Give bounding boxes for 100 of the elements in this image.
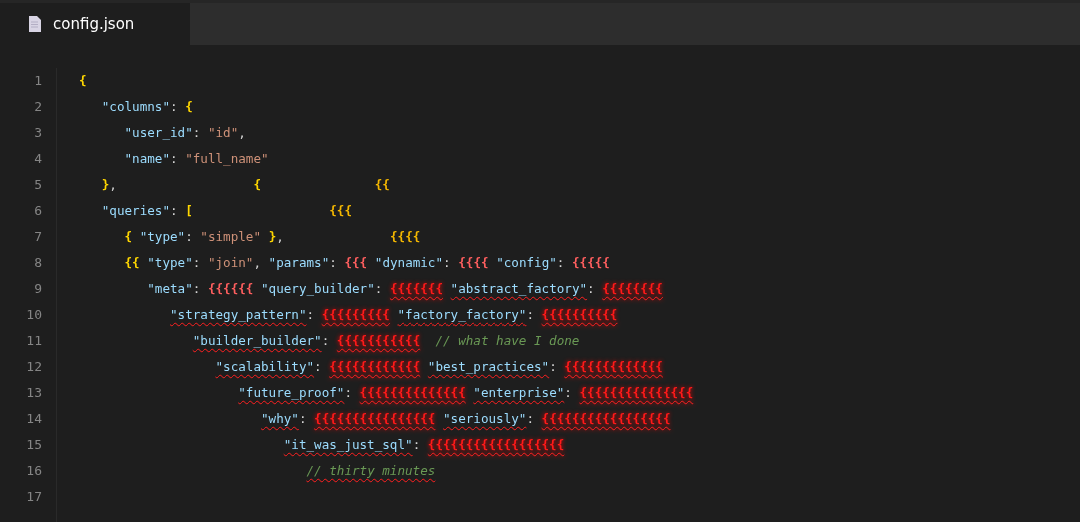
bracket: {{	[374, 177, 390, 192]
json-key: "it_was_just_sql"	[283, 437, 413, 452]
bracket: {{{{{{{{{{{{{	[564, 359, 663, 374]
punctuation: :	[587, 281, 596, 296]
bracket: {{{	[329, 203, 352, 218]
line-number: 14	[25, 410, 43, 428]
line-number: 4	[33, 150, 43, 168]
bracket: {{	[124, 255, 140, 270]
punctuation: ,	[253, 255, 263, 270]
file-tab[interactable]: config.json	[0, 3, 190, 45]
punctuation: :	[170, 99, 179, 114]
json-key: "meta"	[147, 281, 193, 296]
bracket: {{{{{{{{{{	[541, 307, 618, 322]
punctuation: :	[526, 307, 535, 322]
json-key: "config"	[496, 255, 557, 270]
punctuation: :	[564, 385, 573, 400]
json-key: "user_id"	[124, 125, 193, 140]
json-key: "dynamic"	[374, 255, 444, 270]
punctuation: :	[412, 437, 422, 452]
json-key: "columns"	[101, 99, 170, 114]
bracket: {{{	[344, 255, 368, 270]
bracket: {	[124, 229, 133, 244]
json-key: "scalability"	[215, 359, 315, 374]
punctuation: ,	[238, 125, 246, 140]
punctuation: :	[298, 411, 308, 426]
punctuation: :	[321, 333, 331, 348]
json-string: "id"	[207, 125, 239, 140]
json-key: "factory_factory"	[397, 307, 527, 322]
line-number: 5	[33, 176, 43, 194]
bracket: {{{{{{{{{{{{{{{{{{	[427, 437, 565, 452]
bracket: }	[268, 229, 277, 244]
line-number: 16	[25, 462, 43, 480]
bracket: {{{{{{{{{{{{{{	[359, 385, 466, 400]
line-number: 15	[25, 436, 43, 454]
bracket: {{{{{	[572, 255, 610, 270]
punctuation: :	[556, 255, 566, 270]
bracket: {{{{{{{{{{{{{{{	[579, 385, 694, 400]
bracket: {	[185, 99, 193, 114]
json-key: "why"	[261, 411, 299, 426]
json-key: "params"	[268, 255, 330, 270]
bracket: {{{{	[458, 255, 489, 270]
punctuation: :	[329, 255, 338, 270]
bracket: {{{{{{{{{{{{{{{{{	[541, 411, 671, 426]
punctuation: :	[192, 125, 202, 140]
line-number: 11	[25, 332, 43, 350]
json-key: "strategy_pattern"	[170, 307, 307, 322]
line-number: 17	[25, 488, 43, 506]
line-number: 6	[33, 202, 43, 220]
json-key: "seriously"	[443, 411, 527, 426]
line-number: 2	[33, 98, 43, 116]
line-number: 1	[33, 72, 43, 90]
code-comment: // what have I done	[435, 333, 580, 348]
json-key: "future_proof"	[238, 385, 345, 400]
punctuation: :	[549, 359, 558, 374]
json-key: "enterprise"	[473, 385, 565, 400]
bracket: {{{{	[389, 229, 421, 244]
file-icon	[28, 16, 41, 32]
line-number: 13	[25, 384, 43, 402]
punctuation: ,	[109, 177, 117, 192]
bracket: {	[79, 73, 87, 88]
bracket: [	[185, 203, 193, 218]
bracket: {{{{{{{{{	[321, 307, 390, 322]
punctuation: :	[170, 151, 179, 166]
line-number: 12	[25, 358, 43, 376]
code-comment: // thirty minutes	[306, 463, 436, 478]
punctuation: :	[443, 255, 452, 270]
line-number: 10	[25, 306, 43, 324]
json-string: "full_name"	[185, 151, 269, 166]
bracket: {{{{{{{{	[602, 281, 663, 296]
json-key: "abstract_factory"	[450, 281, 588, 296]
punctuation: :	[192, 255, 202, 270]
line-number: 8	[33, 254, 43, 272]
bracket: {{{{{{{{{{{{	[329, 359, 421, 374]
json-string: "join"	[207, 255, 254, 270]
punctuation: :	[170, 203, 179, 218]
json-key: "best_practices"	[427, 359, 550, 374]
punctuation: :	[374, 281, 384, 296]
bracket: {	[253, 177, 261, 192]
punctuation: :	[185, 229, 194, 244]
bracket: {{{{{{{{{{{{{{{{	[314, 411, 436, 426]
punctuation: :	[344, 385, 353, 400]
json-string: "simple"	[200, 229, 262, 244]
line-number: 7	[33, 228, 43, 246]
punctuation: ,	[276, 229, 284, 244]
bracket: {{{{{{{{{{{	[336, 333, 421, 348]
bracket: {{{{{{	[207, 281, 254, 296]
json-key: "name"	[124, 151, 170, 166]
json-key: "builder_builder"	[192, 333, 322, 348]
json-key: "type"	[139, 229, 186, 244]
punctuation: :	[314, 359, 323, 374]
json-key: "queries"	[101, 203, 170, 218]
json-key: "type"	[147, 255, 193, 270]
json-key: "query_builder"	[261, 281, 375, 296]
bracket: {{{{{{{	[389, 281, 443, 296]
line-number: 9	[33, 280, 43, 298]
punctuation: :	[192, 281, 202, 296]
punctuation: :	[306, 307, 316, 322]
punctuation: :	[526, 411, 535, 426]
line-number: 3	[33, 124, 43, 142]
bracket: }	[101, 177, 110, 192]
